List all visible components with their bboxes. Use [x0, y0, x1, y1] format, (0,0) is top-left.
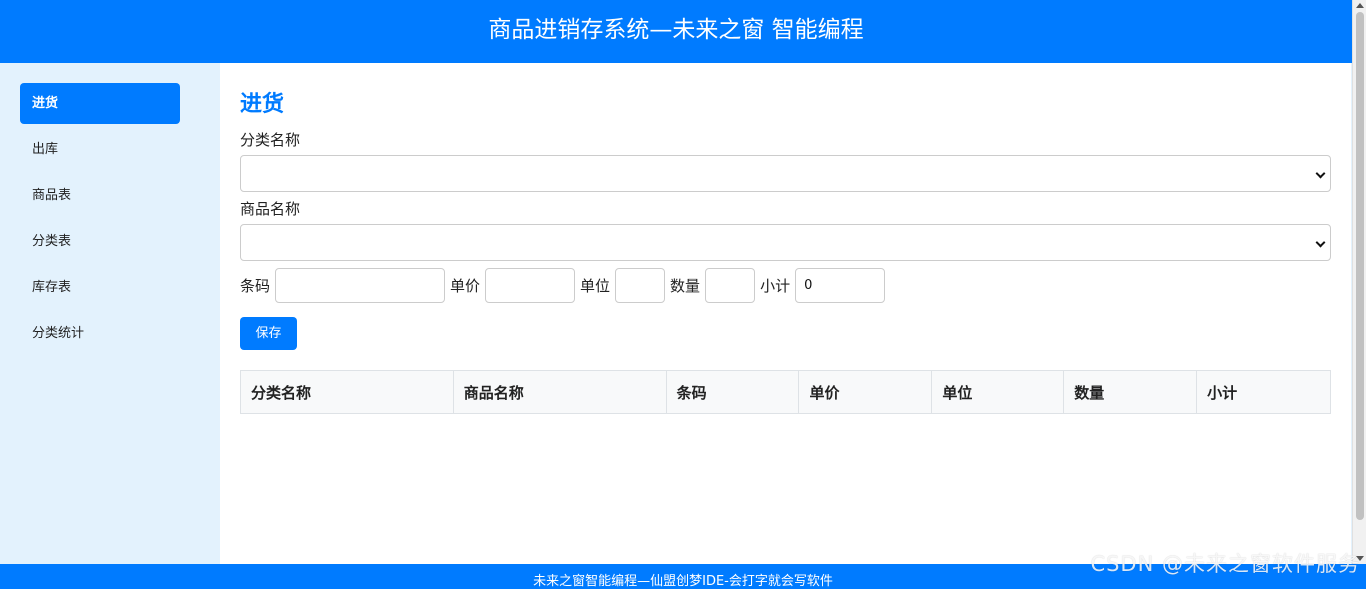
sidebar-item-products[interactable]: 商品表	[20, 175, 180, 216]
table-header-row: 分类名称 商品名称 条码 单价 单位 数量 小计	[240, 370, 1331, 414]
quantity-input[interactable]	[705, 267, 756, 303]
app-title: 商品进销存系统—未来之窗 智能编程	[488, 17, 864, 43]
sidebar: 进货 出库 商品表 分类表 库存表 分类统计	[0, 63, 200, 564]
sidebar-item-category-stats[interactable]: 分类统计	[20, 313, 180, 354]
barcode-input[interactable]	[275, 267, 446, 303]
quantity-label: 数量	[670, 276, 701, 295]
sidebar-item-outbound[interactable]: 出库	[20, 129, 180, 170]
sidebar-item-inventory[interactable]: 库存表	[20, 267, 180, 308]
chevron-down-icon	[1315, 237, 1326, 248]
chevron-down-icon	[1315, 168, 1326, 179]
scroll-up-icon[interactable]	[1356, 3, 1364, 8]
category-select[interactable]	[240, 155, 1331, 192]
item-detail-row: 条码 单价 单位 数量 小计 0	[240, 267, 1331, 303]
column-header-subtotal: 小计	[1196, 370, 1331, 414]
price-label: 单价	[450, 276, 481, 295]
product-select[interactable]	[240, 224, 1331, 261]
column-header-category: 分类名称	[240, 370, 454, 414]
app-header: 商品进销存系统—未来之窗 智能编程	[0, 0, 1352, 63]
watermark: CSDN @未来之窗软件服务	[1090, 552, 1360, 576]
unit-input[interactable]	[615, 267, 666, 303]
product-label: 商品名称	[240, 200, 301, 218]
save-button[interactable]: 保存	[240, 317, 297, 350]
subtotal-input[interactable]: 0	[795, 267, 886, 303]
barcode-label: 条码	[240, 276, 271, 295]
main-content: 进货 分类名称 商品名称 条码 单价 单位 数量 小计 0 保存 分类名称 商品…	[220, 63, 1351, 564]
subtotal-label: 小计	[760, 276, 791, 295]
column-header-unit: 单位	[931, 370, 1065, 414]
price-input[interactable]	[485, 267, 576, 303]
sidebar-item-categories[interactable]: 分类表	[20, 221, 180, 262]
unit-label: 单位	[580, 276, 611, 295]
scroll-thumb[interactable]	[1356, 12, 1364, 520]
footer-text: 未来之窗智能编程—仙盟创梦IDE-会打字就会写软件	[533, 574, 833, 589]
sidebar-item-purchase[interactable]: 进货	[20, 83, 180, 124]
page-title: 进货	[240, 92, 285, 117]
vertical-scrollbar[interactable]	[1352, 0, 1366, 564]
category-label: 分类名称	[240, 131, 301, 149]
column-header-barcode: 条码	[665, 370, 800, 414]
purchase-table: 分类名称 商品名称 条码 单价 单位 数量 小计	[240, 370, 1331, 414]
column-header-price: 单价	[798, 370, 933, 414]
column-header-quantity: 数量	[1063, 370, 1198, 414]
column-header-product: 商品名称	[452, 370, 667, 414]
